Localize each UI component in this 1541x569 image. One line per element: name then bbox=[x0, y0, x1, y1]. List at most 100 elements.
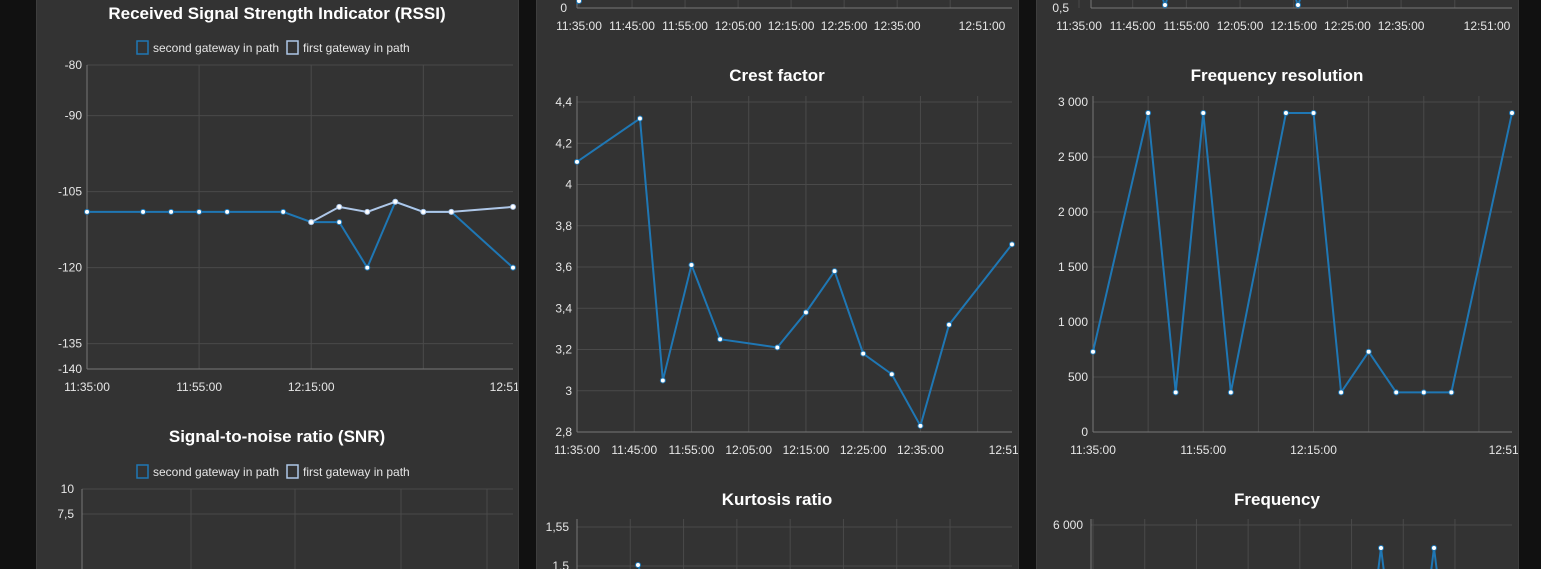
snr-legend-swatch-second-gateway[interactable] bbox=[136, 464, 149, 479]
data-point bbox=[168, 208, 175, 215]
x-tick-label: 11:45:00 bbox=[609, 19, 655, 33]
data-point bbox=[510, 264, 516, 271]
y-tick-label: -135 bbox=[58, 337, 82, 351]
data-point bbox=[635, 562, 641, 568]
frequency-resolution-title: Frequency resolution bbox=[1191, 66, 1364, 85]
x-tick-label: 12:35:00 bbox=[897, 443, 944, 457]
x-tick-label: 11:35:00 bbox=[1070, 443, 1116, 457]
series-line-0 bbox=[576, 116, 1013, 429]
snr-legend-label-first-gateway[interactable]: first gateway in path bbox=[303, 465, 410, 479]
series-line-1 bbox=[310, 200, 514, 223]
y-tick-label: 4 bbox=[565, 178, 572, 192]
vibration-panel: Crest factor Kurtosis ratio 0 11:35:00 11:… bbox=[536, 0, 1019, 569]
data-point bbox=[1378, 545, 1384, 551]
data-point bbox=[888, 371, 895, 378]
y-tick-label: 3,4 bbox=[555, 301, 572, 315]
data-point bbox=[336, 219, 343, 226]
x-tick-label: 11:35:00 bbox=[1056, 19, 1102, 33]
data-point bbox=[1227, 389, 1234, 396]
data-point bbox=[308, 219, 315, 226]
data-point bbox=[636, 115, 643, 122]
rssi-snr-panel: Received Signal Strength Indicator (RSSI… bbox=[36, 0, 519, 569]
y-tick-label: -80 bbox=[65, 58, 83, 72]
x-tick-label: 12:25:00 bbox=[1324, 19, 1371, 33]
data-point bbox=[860, 350, 867, 357]
y-tick-label: 2 500 bbox=[1058, 150, 1088, 164]
legend-label-second-gateway[interactable]: second gateway in path bbox=[153, 41, 279, 55]
data-point bbox=[140, 208, 147, 215]
x-tick-label: 12:51:00 bbox=[989, 443, 1019, 457]
x-tick-label: 12:05:00 bbox=[725, 443, 772, 457]
data-point bbox=[336, 203, 343, 210]
data-point bbox=[574, 158, 580, 165]
data-point bbox=[364, 264, 371, 271]
data-point bbox=[1282, 110, 1289, 116]
y-tick-label: 4,2 bbox=[555, 136, 572, 150]
y-tick-label: 3,8 bbox=[555, 219, 572, 233]
x-tick-label: 11:45:00 bbox=[611, 443, 657, 457]
x-tick-label: 12:15:00 bbox=[288, 380, 335, 394]
x-tick-label: 12:15:00 bbox=[783, 443, 830, 457]
data-point bbox=[196, 208, 203, 215]
x-tick-label: 12:15:00 bbox=[768, 19, 815, 33]
y-tick-label: -105 bbox=[58, 185, 82, 199]
data-point bbox=[510, 203, 516, 210]
data-point bbox=[1172, 389, 1179, 396]
x-tick-label: 12:25:00 bbox=[840, 443, 887, 457]
y-tick-label: 3,2 bbox=[555, 343, 572, 357]
y-tick-label: 500 bbox=[1068, 370, 1088, 384]
x-tick-label: 12:15:00 bbox=[1270, 19, 1317, 33]
series-line-0 bbox=[1092, 112, 1513, 396]
data-point bbox=[1393, 389, 1400, 396]
x-tick-label: 12:51:00 bbox=[1489, 443, 1519, 457]
x-tick-label: 11:55:00 bbox=[1180, 443, 1226, 457]
data-point bbox=[84, 208, 90, 215]
data-point bbox=[364, 208, 371, 215]
y-tick-label: 1 500 bbox=[1058, 260, 1088, 274]
series-line-0 bbox=[1377, 547, 1385, 569]
data-point bbox=[1448, 389, 1455, 396]
y-tick-label: 3 bbox=[565, 384, 572, 398]
data-point bbox=[1338, 389, 1345, 396]
y-tick-label: 10 bbox=[61, 482, 75, 496]
x-tick-label: 11:55:00 bbox=[669, 443, 715, 457]
x-tick-label: 11:35:00 bbox=[64, 380, 110, 394]
rssi-chart: Received Signal Strength Indicator (RSSI… bbox=[57, 4, 519, 569]
data-point bbox=[1431, 545, 1437, 551]
data-point bbox=[224, 208, 231, 215]
data-point bbox=[1009, 241, 1015, 248]
legend-label-first-gateway[interactable]: first gateway in path bbox=[303, 41, 410, 55]
x-tick-label: 11:55:00 bbox=[1163, 19, 1209, 33]
frequency-title: Frequency bbox=[1234, 490, 1321, 509]
data-point bbox=[1420, 389, 1427, 396]
y-tick-label: 0,5 bbox=[1052, 1, 1069, 15]
data-point bbox=[717, 336, 724, 343]
y-tick-label: 1 000 bbox=[1058, 315, 1088, 329]
legend-swatch-first-gateway[interactable] bbox=[286, 40, 299, 55]
data-point bbox=[420, 208, 427, 215]
data-point bbox=[831, 268, 838, 275]
data-point bbox=[392, 198, 399, 205]
snr-legend-swatch-first-gateway[interactable] bbox=[286, 464, 299, 479]
data-point bbox=[1162, 2, 1168, 8]
data-point bbox=[1145, 110, 1152, 116]
x-tick-label: 12:05:00 bbox=[1217, 19, 1264, 33]
data-point bbox=[1509, 110, 1515, 116]
rssi-title: Received Signal Strength Indicator (RSSI… bbox=[108, 4, 445, 23]
frequency-panel: Frequency resolution Frequency 0,5 11:35:… bbox=[1036, 0, 1519, 569]
data-point bbox=[802, 309, 809, 316]
y-tick-label: 0 bbox=[560, 1, 567, 15]
y-tick-label: 1,55 bbox=[546, 520, 570, 534]
x-tick-label: 12:15:00 bbox=[1290, 443, 1337, 457]
y-tick-label: 4,4 bbox=[555, 95, 572, 109]
data-point bbox=[688, 261, 695, 268]
legend-swatch-second-gateway[interactable] bbox=[136, 40, 149, 55]
data-point bbox=[280, 208, 287, 215]
snr-legend-label-second-gateway[interactable]: second gateway in path bbox=[153, 465, 279, 479]
x-tick-label: 12:51:00 bbox=[959, 19, 1006, 33]
y-tick-label: -120 bbox=[58, 261, 82, 275]
x-tick-label: 12:25:00 bbox=[821, 19, 868, 33]
y-tick-label: 1,5 bbox=[552, 559, 569, 569]
y-tick-label: -90 bbox=[65, 109, 83, 123]
x-tick-label: 12:51:00 bbox=[490, 380, 519, 394]
